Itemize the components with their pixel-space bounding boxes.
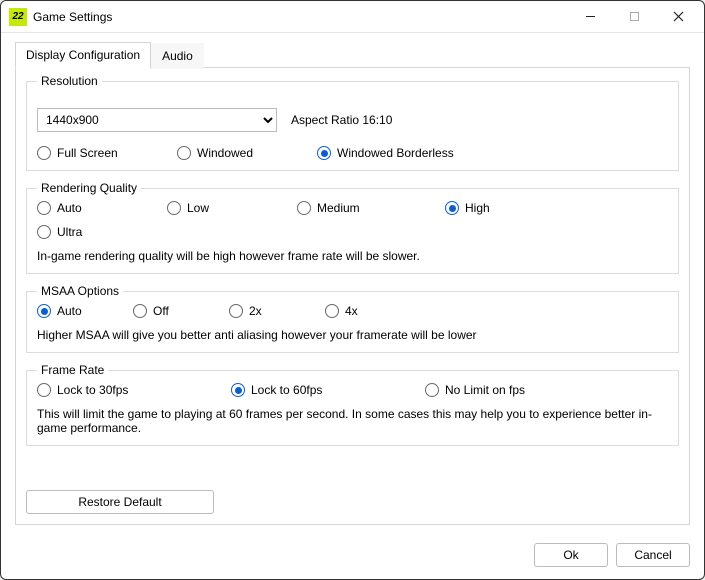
radio-icon xyxy=(37,146,51,160)
radio-windowed-borderless[interactable]: Windowed Borderless xyxy=(317,146,454,160)
window-controls xyxy=(568,3,700,31)
radio-label: High xyxy=(465,201,490,215)
radio-label: Lock to 60fps xyxy=(251,383,322,397)
radio-fullscreen[interactable]: Full Screen xyxy=(37,146,177,160)
radio-icon xyxy=(229,304,243,318)
radio-fr-lock30[interactable]: Lock to 30fps xyxy=(37,383,227,397)
radio-icon xyxy=(231,383,245,397)
resolution-select[interactable]: 1440x900 xyxy=(37,108,277,132)
radio-label: Windowed xyxy=(197,146,253,160)
group-resolution-legend: Resolution xyxy=(37,74,102,88)
app-icon: 22 xyxy=(9,8,27,26)
tab-strip: Display Configuration Audio xyxy=(15,41,690,68)
radio-fr-lock60[interactable]: Lock to 60fps xyxy=(231,383,421,397)
radio-rq-auto[interactable]: Auto xyxy=(37,201,157,215)
radio-label: 4x xyxy=(345,304,358,318)
radio-label: Off xyxy=(153,304,169,318)
radio-msaa-auto[interactable]: Auto xyxy=(37,304,127,318)
radio-icon xyxy=(37,304,51,318)
radio-msaa-off[interactable]: Off xyxy=(133,304,223,318)
radio-icon xyxy=(167,201,181,215)
radio-icon xyxy=(445,201,459,215)
group-rendering-legend: Rendering Quality xyxy=(37,181,141,195)
radio-icon xyxy=(133,304,147,318)
dialog-body: Display Configuration Audio Resolution 1… xyxy=(1,33,704,535)
close-icon xyxy=(673,11,684,22)
radio-msaa-4x[interactable]: 4x xyxy=(325,304,415,318)
aspect-ratio-label: Aspect Ratio 16:10 xyxy=(291,113,392,127)
radio-icon xyxy=(317,146,331,160)
ok-button[interactable]: Ok xyxy=(534,543,608,567)
close-button[interactable] xyxy=(656,3,700,31)
radio-label: Medium xyxy=(317,201,360,215)
radio-icon xyxy=(297,201,311,215)
group-msaa-legend: MSAA Options xyxy=(37,284,123,298)
radio-label: Windowed Borderless xyxy=(337,146,454,160)
radio-icon xyxy=(177,146,191,160)
radio-rq-medium[interactable]: Medium xyxy=(297,201,435,215)
rendering-description: In-game rendering quality will be high h… xyxy=(37,249,668,263)
maximize-icon xyxy=(629,11,640,22)
group-rendering-quality: Rendering Quality Auto Low Medium xyxy=(26,181,679,274)
minimize-button[interactable] xyxy=(568,3,612,31)
radio-icon xyxy=(325,304,339,318)
radio-label: Auto xyxy=(57,201,82,215)
group-msaa: MSAA Options Auto Off 2x xyxy=(26,284,679,353)
radio-icon xyxy=(425,383,439,397)
maximize-button[interactable] xyxy=(612,3,656,31)
radio-rq-ultra[interactable]: Ultra xyxy=(37,225,157,239)
tab-audio[interactable]: Audio xyxy=(151,43,204,69)
group-resolution: Resolution 1440x900 Aspect Ratio 16:10 F… xyxy=(26,74,679,171)
radio-label: Full Screen xyxy=(57,146,118,160)
restore-default-button[interactable]: Restore Default xyxy=(26,490,214,514)
titlebar: 22 Game Settings xyxy=(1,1,704,33)
window: 22 Game Settings Display Configuration A… xyxy=(0,0,705,580)
minimize-icon xyxy=(585,11,596,22)
window-title: Game Settings xyxy=(33,10,568,24)
radio-msaa-2x[interactable]: 2x xyxy=(229,304,319,318)
radio-rq-low[interactable]: Low xyxy=(167,201,287,215)
tabpage-display-configuration: Resolution 1440x900 Aspect Ratio 16:10 F… xyxy=(15,67,690,525)
radio-icon xyxy=(37,201,51,215)
radio-label: Ultra xyxy=(57,225,82,239)
radio-label: Lock to 30fps xyxy=(57,383,128,397)
radio-windowed[interactable]: Windowed xyxy=(177,146,317,160)
radio-rq-high[interactable]: High xyxy=(445,201,565,215)
framerate-description: This will limit the game to playing at 6… xyxy=(37,407,668,435)
group-framerate: Frame Rate Lock to 30fps Lock to 60fps N… xyxy=(26,363,679,446)
radio-icon xyxy=(37,225,51,239)
tab-display-configuration[interactable]: Display Configuration xyxy=(15,42,151,69)
radio-label: Auto xyxy=(57,304,82,318)
radio-icon xyxy=(37,383,51,397)
radio-fr-nolimit[interactable]: No Limit on fps xyxy=(425,383,615,397)
radio-label: No Limit on fps xyxy=(445,383,525,397)
dialog-footer: Ok Cancel xyxy=(1,535,704,579)
radio-label: Low xyxy=(187,201,209,215)
cancel-button[interactable]: Cancel xyxy=(616,543,690,567)
restore-row: Restore Default xyxy=(26,474,679,514)
group-framerate-legend: Frame Rate xyxy=(37,363,108,377)
msaa-description: Higher MSAA will give you better anti al… xyxy=(37,328,668,342)
radio-label: 2x xyxy=(249,304,262,318)
